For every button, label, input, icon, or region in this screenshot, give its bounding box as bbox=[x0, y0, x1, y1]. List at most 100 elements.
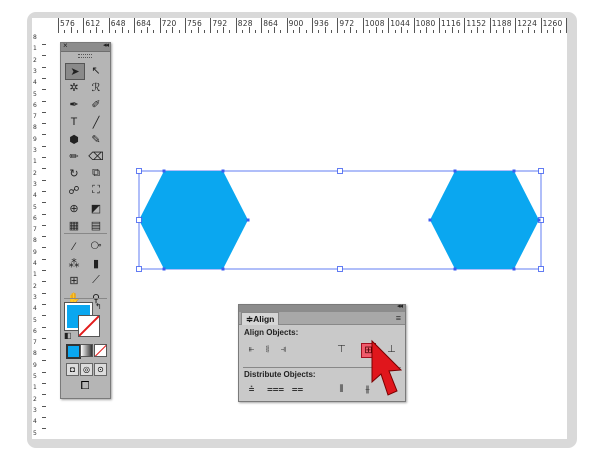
ruler-label: 4 bbox=[33, 192, 37, 200]
live-paint-tool-icon[interactable]: ◩ bbox=[87, 201, 105, 216]
ruler-origin[interactable] bbox=[32, 18, 47, 34]
draw-behind-icon[interactable]: ◎ bbox=[80, 363, 93, 376]
screen-mode-icon[interactable]: ⧠ bbox=[76, 380, 94, 392]
vertical-distribute-bottom-button[interactable]: ⩵ bbox=[291, 383, 304, 396]
ruler-label: 3 bbox=[33, 147, 37, 154]
blend-tool-icon[interactable]: ⧂ bbox=[87, 239, 105, 254]
horizontal-ruler[interactable]: 576 612 648 684 720 756 792 828 864 900 936 972 1008… bbox=[46, 18, 567, 34]
lasso-tool-icon[interactable]: ℛ bbox=[87, 80, 105, 95]
type-tool-icon[interactable]: T bbox=[65, 115, 83, 130]
horizontal-distribute-right-button[interactable]: ⫼ bbox=[385, 383, 398, 396]
swap-colors-icon[interactable]: ↰ bbox=[95, 302, 102, 311]
tools-panel-header[interactable]: × ◂◂ bbox=[61, 41, 110, 52]
ruler-tick bbox=[388, 18, 390, 33]
ruler-label: 900 bbox=[288, 19, 304, 28]
ruler-tick bbox=[515, 18, 517, 33]
ruler-label: 972 bbox=[339, 19, 355, 28]
distribute-objects-label: Distribute Objects: bbox=[244, 370, 316, 379]
draw-normal-icon[interactable]: ◘ bbox=[66, 363, 79, 376]
shape-tool-icon[interactable]: ⬢ bbox=[65, 132, 83, 147]
ruler-label: 684 bbox=[136, 19, 152, 28]
ruler-tick bbox=[108, 18, 110, 33]
vertical-distribute-center-button[interactable]: ⩶ bbox=[267, 383, 284, 396]
vertical-align-top-button[interactable]: ⊤ bbox=[335, 343, 348, 356]
ruler-label: 6 bbox=[33, 214, 37, 222]
ruler-label: 5 bbox=[33, 316, 37, 324]
panel-menu-icon[interactable]: ≡ bbox=[396, 312, 401, 324]
none-mode-icon[interactable] bbox=[94, 344, 107, 357]
default-colors-icon[interactable]: ◧ bbox=[64, 331, 72, 340]
panel-divider bbox=[243, 367, 401, 368]
curvature-tool-icon[interactable]: ✐ bbox=[87, 97, 105, 112]
ruler-tick bbox=[540, 18, 542, 33]
align-panel-header[interactable]: ◂◂ bbox=[239, 302, 405, 312]
eraser-tool-icon[interactable]: ⌫ bbox=[87, 149, 105, 164]
ruler-label: 1 bbox=[33, 271, 37, 279]
graph-tool-icon[interactable]: ▮ bbox=[87, 256, 105, 271]
close-icon[interactable]: × bbox=[63, 41, 68, 50]
ruler-label: 7 bbox=[33, 113, 37, 121]
ruler-tick bbox=[185, 18, 186, 33]
color-mode-icon[interactable] bbox=[66, 344, 81, 359]
ruler-label: 8 bbox=[33, 350, 37, 358]
tools-panel-grip[interactable] bbox=[61, 52, 110, 58]
horizontal-align-right-button[interactable]: ⫣ bbox=[277, 343, 290, 356]
vertical-align-bottom-button[interactable]: ⊥ bbox=[385, 343, 398, 356]
ruler-label: 4 bbox=[33, 260, 37, 267]
align-panel: ◂◂ ≑Align ≡ Align Objects: ⫦ ⧛ ⫣ ⊤ ⊞ ⊥ Distri… bbox=[238, 302, 406, 402]
warp-tool-icon[interactable]: ☍ bbox=[65, 183, 83, 198]
ruler-label: 7 bbox=[33, 226, 37, 234]
scale-tool-icon[interactable]: ⧉ bbox=[87, 166, 105, 181]
ruler-label: 5 bbox=[33, 90, 37, 98]
gradient-mode-icon[interactable] bbox=[80, 344, 93, 357]
magic-wand-tool-icon[interactable]: ✲ bbox=[65, 80, 83, 95]
ruler-tick bbox=[235, 18, 237, 33]
gradient-tool-icon[interactable]: ▤ bbox=[87, 218, 105, 233]
ruler-label: 2 bbox=[33, 56, 37, 64]
vertical-ruler[interactable]: 8 1 2 3 4 5 6 7 8 9 3 1 2 3 4 5 6 7 8 9 4 1 2 3 4 5 6 7 8 9 5 1 2 3 4 5 bbox=[32, 33, 47, 439]
rotate-tool-icon[interactable]: ↻ bbox=[65, 166, 83, 181]
ruler-label: 3 bbox=[33, 406, 37, 414]
collapse-icon[interactable]: ◂◂ bbox=[397, 302, 403, 310]
vertical-distribute-top-button[interactable]: ⩮ bbox=[245, 383, 258, 396]
horizontal-distribute-left-button[interactable]: ⫴ bbox=[335, 383, 348, 396]
tab-align-label: Align bbox=[253, 314, 275, 324]
ruler-label: 756 bbox=[187, 19, 202, 28]
artboard-tool-icon[interactable]: ⊞ bbox=[65, 273, 83, 288]
horizontal-align-center-button[interactable]: ⧛ bbox=[261, 343, 274, 356]
ruler-label: 864 bbox=[263, 19, 279, 28]
perspective-grid-tool-icon[interactable]: ▦ bbox=[65, 218, 83, 233]
shape-builder-tool-icon[interactable]: ⊕ bbox=[65, 201, 83, 216]
selection-tool-icon[interactable]: ➤ bbox=[65, 63, 85, 80]
horizontal-distribute-center-button[interactable]: ⫵ bbox=[361, 383, 374, 396]
line-tool-icon[interactable]: ╱ bbox=[87, 115, 105, 130]
ruler-label: 8 bbox=[33, 34, 37, 41]
paintbrush-tool-icon[interactable]: ✎ bbox=[87, 132, 105, 147]
draw-inside-icon[interactable]: ⊙ bbox=[94, 363, 107, 376]
pencil-tool-icon[interactable]: ✏ bbox=[65, 149, 83, 164]
slice-tool-icon[interactable]: ⟋ bbox=[87, 273, 105, 288]
tab-align[interactable]: ≑Align bbox=[241, 312, 280, 325]
ruler-tick bbox=[489, 18, 491, 33]
ruler-tick bbox=[566, 18, 567, 33]
pen-tool-icon[interactable]: ✒ bbox=[65, 97, 83, 112]
ruler-label: 4 bbox=[33, 418, 37, 426]
ruler-label: 1 bbox=[33, 384, 37, 392]
horizontal-align-left-button[interactable]: ⫦ bbox=[245, 343, 258, 356]
ruler-tick bbox=[439, 18, 440, 33]
ruler-tick bbox=[337, 18, 339, 33]
ruler-label: 648 bbox=[110, 19, 126, 28]
direct-selection-tool-icon[interactable]: ↖ bbox=[87, 63, 105, 78]
ruler-label: 3 bbox=[33, 180, 37, 188]
collapse-icon[interactable]: ◂◂ bbox=[103, 41, 109, 49]
ruler-label: 6 bbox=[33, 327, 37, 335]
vertical-align-center-button[interactable]: ⊞ bbox=[361, 343, 376, 358]
symbol-sprayer-tool-icon[interactable]: ⁂ bbox=[65, 256, 83, 271]
ruler-label: 1 bbox=[33, 158, 37, 166]
align-objects-label: Align Objects: bbox=[244, 328, 299, 337]
eyedropper-tool-icon[interactable]: ⁄ bbox=[65, 239, 83, 254]
ruler-tick bbox=[413, 18, 415, 33]
ruler-label: 7 bbox=[33, 339, 37, 347]
stroke-color-swatch[interactable] bbox=[78, 315, 100, 337]
free-transform-tool-icon[interactable]: ⛶ bbox=[87, 183, 105, 198]
